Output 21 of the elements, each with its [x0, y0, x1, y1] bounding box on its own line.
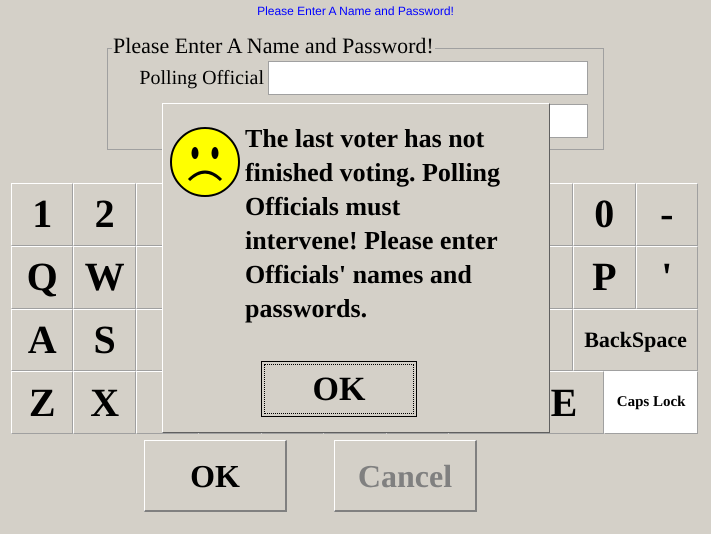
input-field[interactable] — [268, 61, 588, 95]
keyboard-key[interactable]: A — [11, 308, 74, 372]
dialog-ok-button[interactable]: OK — [261, 361, 417, 417]
keyboard-key[interactable]: ' — [636, 246, 698, 308]
screen-title: Please Enter A Name and Password! — [257, 5, 454, 17]
keyboard-key[interactable]: 2 — [73, 183, 136, 246]
keyboard-key[interactable]: S — [73, 308, 136, 372]
keyboard-key[interactable]: Q — [11, 246, 74, 308]
keyboard-key[interactable]: Caps Lock — [604, 371, 698, 434]
keyboard-key[interactable]: P — [573, 246, 636, 308]
keyboard-key[interactable]: Z — [11, 371, 74, 434]
keyboard-key[interactable]: W — [73, 246, 136, 308]
keyboard-key[interactable]: 0 — [573, 183, 636, 246]
alert-message: The last voter has not finished voting. Polling Officials must intervene! Please enter Officials' names and passwords. — [245, 123, 500, 325]
keyboard-key[interactable]: 1 — [11, 183, 74, 246]
keyboard-key[interactable]: - — [636, 183, 698, 246]
sad-face-icon — [169, 126, 241, 198]
field-label: Polling Official — [139, 68, 264, 88]
keyboard-key[interactable]: X — [73, 371, 136, 434]
ok-button[interactable]: OK — [144, 440, 287, 512]
keyboard-key[interactable]: BackSpace — [573, 308, 698, 372]
